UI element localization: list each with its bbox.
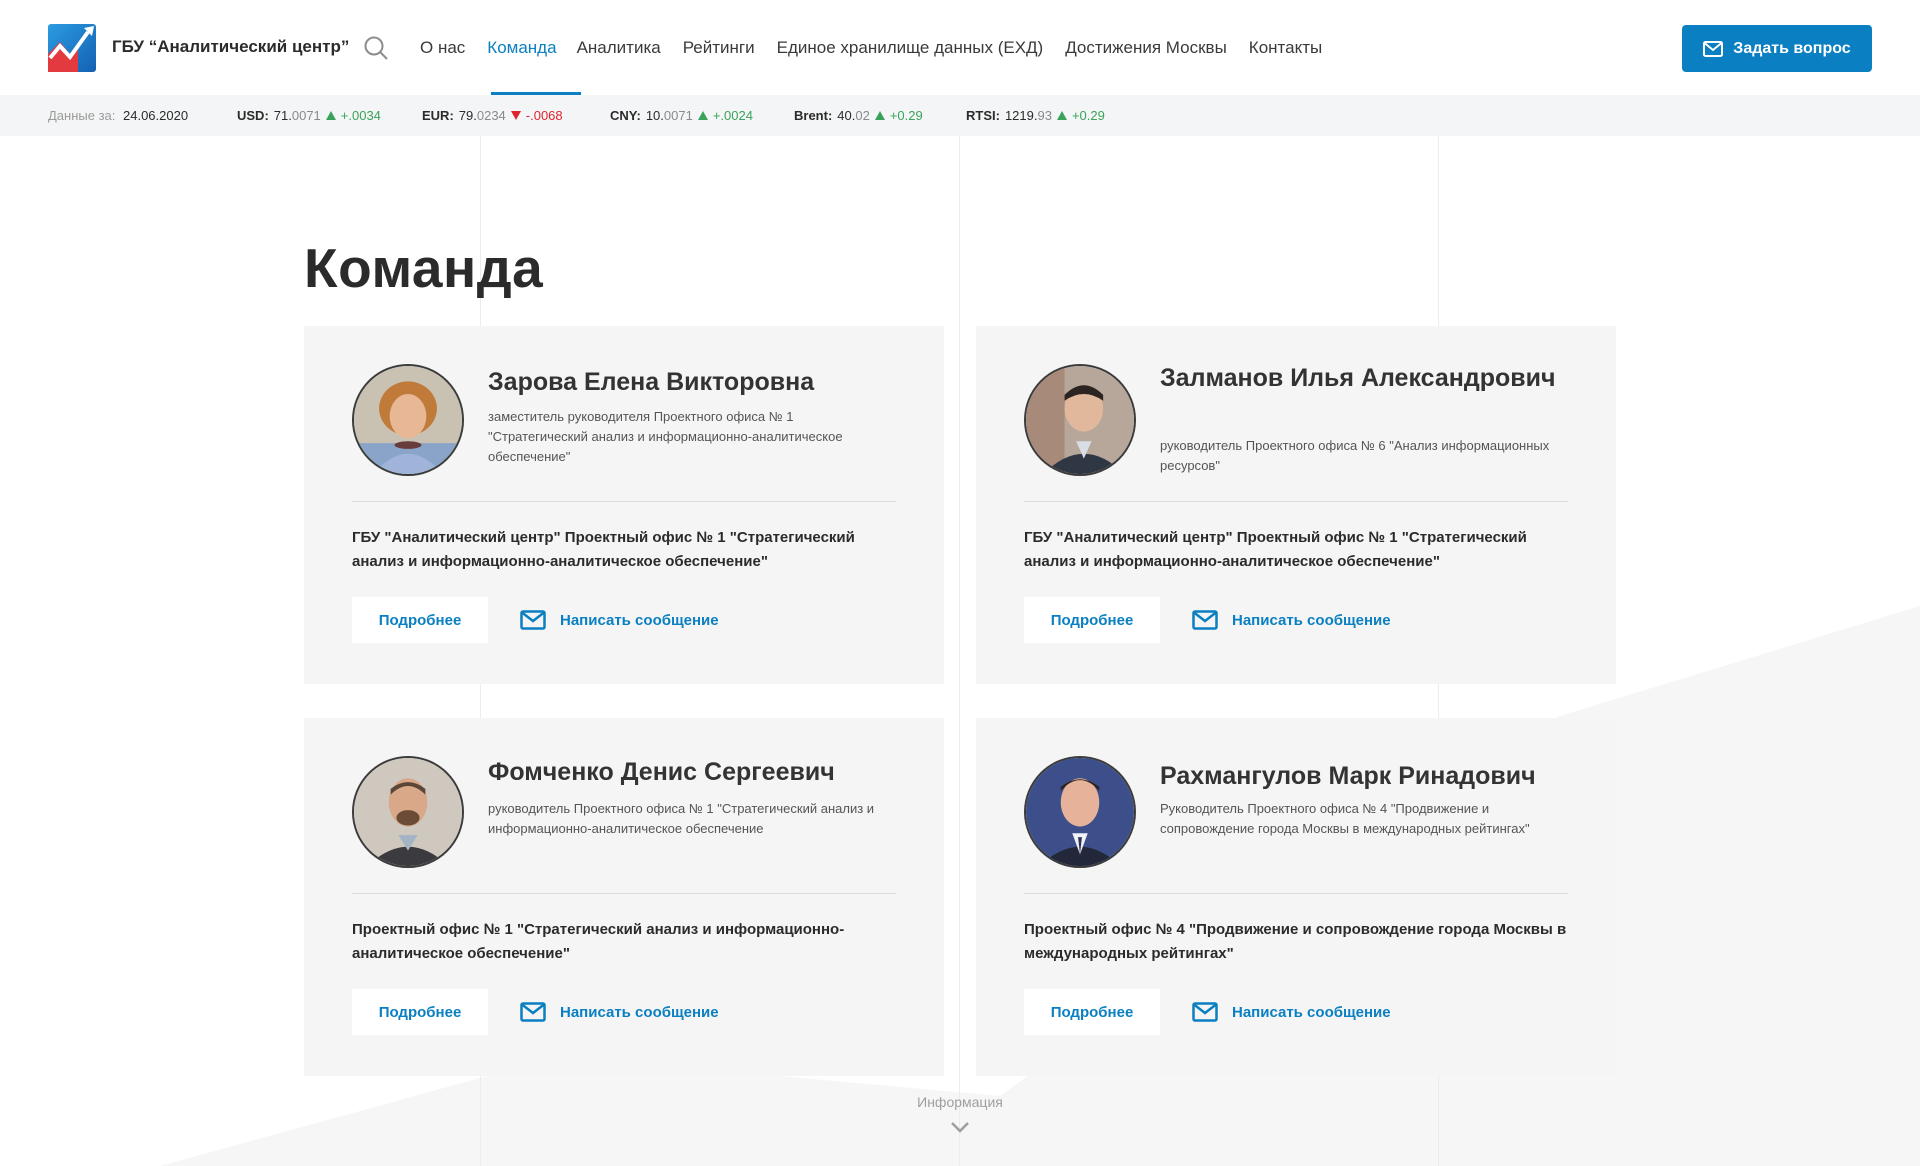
search-icon[interactable] <box>363 35 389 61</box>
quote-change: +0.29 <box>1071 108 1105 123</box>
team-card: Рахмангулов Марк Ринадович Руководитель П… <box>976 718 1616 1076</box>
mail-icon <box>1192 610 1218 630</box>
main-nav: О нас Команда Аналитика Рейтинги Единое хран… <box>420 0 1344 95</box>
quote-value-tail: 0071 <box>291 108 321 123</box>
nav-item[interactable]: Достижения Москвы <box>1065 0 1227 95</box>
logo-icon[interactable] <box>48 24 96 72</box>
mail-icon <box>520 610 546 630</box>
details-button[interactable]: Подробнее <box>352 597 488 643</box>
info-label[interactable]: Информация <box>880 1094 1040 1110</box>
write-message-link[interactable]: Написать сообщение <box>520 989 719 1035</box>
ticker-date: 24.06.2020 <box>123 108 189 123</box>
team-card: Фомченко Денис Сергеевич руководитель Про… <box>304 718 944 1076</box>
arrow-up-icon <box>697 111 708 120</box>
person-role: руководитель Проектного офиса № 6 "Анали… <box>1160 438 1550 473</box>
background-decoration <box>0 136 1920 1166</box>
nav-item[interactable]: Единое хранилище данных (ЕХД) <box>777 0 1044 95</box>
quote-change: +0.29 <box>889 108 923 123</box>
quote-value: 1219. <box>1004 108 1038 123</box>
write-message-link[interactable]: Написать сообщение <box>1192 989 1391 1035</box>
person-name[interactable]: Фомченко Денис Сергеевич <box>488 756 908 788</box>
quote-value: 71. <box>273 108 292 123</box>
nav-item[interactable]: Аналитика <box>577 0 661 95</box>
nav-item[interactable]: О нас <box>420 0 465 95</box>
avatar[interactable] <box>352 364 464 476</box>
quote-name: USD: <box>237 108 269 123</box>
quote-change: +.0024 <box>712 108 753 123</box>
site-header: ГБУ “Аналитический центр” О нас Команда Ан… <box>0 0 1920 95</box>
arrow-up-icon <box>874 111 885 120</box>
quote-value: 10. <box>645 108 664 123</box>
write-message-label: Написать сообщение <box>560 1003 719 1021</box>
quote-value-tail: 0071 <box>663 108 693 123</box>
ticker-date-label: Данные за: <box>48 108 116 123</box>
card-divider <box>1024 893 1568 894</box>
quote-change: -.0068 <box>525 108 563 123</box>
quote-item: CNY: 10. 0071 +.0024 <box>610 108 753 123</box>
quote-name: Brent: <box>794 108 833 123</box>
person-role: заместитель руководителя Проектного офис… <box>488 409 843 464</box>
quote-item: RTSI: 1219. 93 +0.29 <box>966 108 1105 123</box>
person-organization: Проектный офис № 1 "Стратегический анали… <box>352 921 845 962</box>
quote-item: Brent: 40. 02 +0.29 <box>794 108 923 123</box>
background-shape <box>160 606 1920 1166</box>
quote-change: +.0034 <box>340 108 381 123</box>
person-organization: Проектный офис № 4 "Продвижение и сопров… <box>1024 921 1567 962</box>
person-organization: ГБУ "Аналитический центр" Проектный офис… <box>352 529 855 570</box>
nav-item[interactable]: Команда <box>487 0 581 95</box>
quote-name: EUR: <box>422 108 454 123</box>
mail-icon <box>1703 40 1724 57</box>
card-divider <box>352 501 896 502</box>
mail-icon <box>1192 1002 1218 1022</box>
nav-item[interactable]: Рейтинги <box>683 0 755 95</box>
mail-icon <box>520 1002 546 1022</box>
avatar[interactable] <box>1024 756 1136 868</box>
team-card: Залманов Илья Александрович руководитель … <box>976 326 1616 684</box>
quote-value: 40. <box>837 108 856 123</box>
person-role: руководитель Проектного офиса № 1 "Страт… <box>488 801 875 836</box>
currency-ticker: Данные за: 24.06.2020 USD: 71. 0071 +.0034 E… <box>0 95 1920 136</box>
details-button[interactable]: Подробнее <box>1024 597 1160 643</box>
person-organization: ГБУ "Аналитический центр" Проектный офис… <box>1024 529 1527 570</box>
quote-value-tail: 93 <box>1037 108 1052 123</box>
quote-value-tail: 0234 <box>476 108 506 123</box>
person-name[interactable]: Рахмангулов Марк Ринадович <box>1160 760 1580 792</box>
write-message-label: Написать сообщение <box>1232 1003 1391 1021</box>
avatar[interactable] <box>352 756 464 868</box>
brand-name[interactable]: ГБУ “Аналитический центр” <box>112 37 349 57</box>
write-message-label: Написать сообщение <box>560 611 719 629</box>
quote-name: RTSI: <box>966 108 1000 123</box>
quote-item: EUR: 79. 0234 -.0068 <box>422 108 563 123</box>
card-divider <box>352 893 896 894</box>
write-message-link[interactable]: Написать сообщение <box>520 597 719 643</box>
write-message-link[interactable]: Написать сообщение <box>1192 597 1391 643</box>
quote-value: 79. <box>458 108 477 123</box>
quote-name: CNY: <box>610 108 641 123</box>
quote-item: USD: 71. 0071 +.0034 <box>237 108 381 123</box>
ask-question-label: Задать вопрос <box>1733 39 1851 57</box>
person-name[interactable]: Залманов Илья Александрович <box>1160 362 1580 394</box>
person-role: Руководитель Проектного офиса № 4 "Продв… <box>1160 801 1530 836</box>
chevron-down-icon[interactable] <box>950 1120 970 1134</box>
quote-value-tail: 02 <box>855 108 870 123</box>
page-title: Команда <box>304 237 544 299</box>
arrow-down-icon <box>510 111 521 120</box>
avatar[interactable] <box>1024 364 1136 476</box>
arrow-up-icon <box>1056 111 1067 120</box>
details-button[interactable]: Подробнее <box>1024 989 1160 1035</box>
nav-item[interactable]: Контакты <box>1249 0 1322 95</box>
details-button[interactable]: Подробнее <box>352 989 488 1035</box>
write-message-label: Написать сообщение <box>1232 611 1391 629</box>
team-card: Зарова Елена Викторовна заместитель руков… <box>304 326 944 684</box>
grid-line <box>959 136 960 1166</box>
ask-question-button[interactable]: Задать вопрос <box>1682 25 1872 72</box>
arrow-up-icon <box>325 111 336 120</box>
person-name[interactable]: Зарова Елена Викторовна <box>488 366 908 398</box>
card-divider <box>1024 501 1568 502</box>
